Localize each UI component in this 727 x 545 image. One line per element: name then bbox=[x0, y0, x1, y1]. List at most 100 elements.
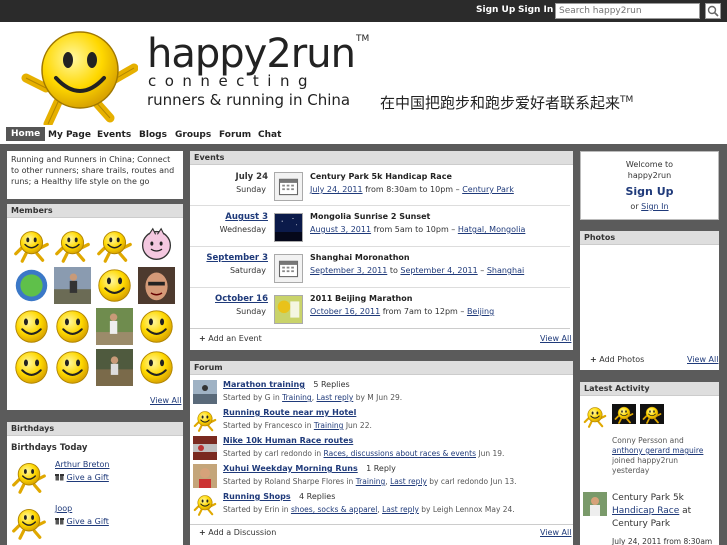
forum-author-avatar[interactable] bbox=[193, 436, 217, 460]
forum-author-avatar[interactable] bbox=[193, 408, 217, 432]
member-avatar[interactable] bbox=[13, 267, 50, 304]
event-place-link[interactable]: Shanghai bbox=[487, 266, 524, 275]
forum-title: Forum bbox=[190, 361, 573, 375]
event-date[interactable]: October 16 bbox=[190, 294, 268, 304]
forum-item-title[interactable]: Running Shops bbox=[223, 492, 291, 501]
nav-forum[interactable]: Forum bbox=[214, 128, 256, 142]
forum-category-link[interactable]: Training bbox=[356, 477, 386, 486]
brand-chinese-tm: TM bbox=[620, 95, 634, 105]
event-thumbnail[interactable] bbox=[274, 295, 303, 324]
forum-category-link[interactable]: Training bbox=[282, 393, 312, 402]
forum-category-link[interactable]: Training bbox=[314, 421, 344, 430]
forum-item-title[interactable]: Marathon training bbox=[223, 380, 305, 389]
welcome-signin-link[interactable]: Sign In bbox=[641, 202, 668, 211]
forum-last-reply-link[interactable]: Last reply bbox=[316, 393, 353, 402]
activity-user2-link[interactable]: anthony gerard maguire bbox=[612, 446, 703, 455]
event-date-link[interactable]: September 3, 2011 bbox=[310, 266, 387, 275]
brand-tagline: runners & running in China bbox=[147, 91, 351, 109]
forum-author-avatar[interactable] bbox=[193, 492, 217, 516]
member-avatar[interactable] bbox=[54, 267, 91, 304]
signin-link[interactable]: Sign In bbox=[518, 5, 553, 15]
add-discussion-link[interactable]: Add a Discussion bbox=[208, 528, 276, 537]
add-photos-link[interactable]: Add Photos bbox=[599, 355, 644, 364]
event-thumbnail[interactable] bbox=[274, 213, 303, 242]
forum-last-reply-link[interactable]: Last reply bbox=[382, 505, 419, 514]
event-date-link[interactable]: August 3, 2011 bbox=[310, 225, 371, 234]
member-avatar[interactable] bbox=[138, 226, 175, 263]
activity-event-text: Century Park 5k Handicap Race at Century… bbox=[612, 492, 718, 531]
event-end-date-link[interactable]: September 4, 2011 bbox=[400, 266, 477, 275]
smiley-runner-logo-icon[interactable] bbox=[18, 28, 138, 126]
member-avatar[interactable] bbox=[96, 267, 133, 304]
nav-events[interactable]: Events bbox=[92, 128, 136, 142]
forum-item-title[interactable]: Nike 10k Human Race routes bbox=[223, 436, 353, 445]
member-avatar[interactable] bbox=[13, 226, 50, 263]
event-title[interactable]: Shanghai Moronathon bbox=[310, 253, 410, 262]
member-avatar[interactable] bbox=[138, 267, 175, 304]
activity-user1[interactable]: Conny Persson bbox=[612, 436, 667, 445]
member-avatar[interactable] bbox=[54, 226, 91, 263]
forum-tail-text: Jun 19. bbox=[478, 449, 505, 458]
member-avatar[interactable] bbox=[13, 349, 50, 386]
event-title[interactable]: 2011 Beijing Marathon bbox=[310, 294, 412, 303]
forum-last-reply-link[interactable]: Last reply bbox=[390, 477, 427, 486]
event-title[interactable]: Mongolia Sunrise 2 Sunset bbox=[310, 212, 430, 221]
event-time-text: from 7am to 12pm – bbox=[382, 307, 465, 316]
event-title[interactable]: Century Park 5k Handicap Race bbox=[310, 172, 452, 181]
member-avatar[interactable] bbox=[13, 308, 50, 345]
member-avatar[interactable] bbox=[96, 226, 133, 263]
birthday-person-name[interactable]: Joop bbox=[55, 504, 72, 513]
event-date[interactable]: September 3 bbox=[190, 253, 268, 263]
event-place-link[interactable]: Century Park bbox=[462, 185, 514, 194]
add-event-link[interactable]: Add an Event bbox=[208, 334, 261, 343]
forum-item-title[interactable]: Running Route near my Hotel bbox=[223, 408, 356, 417]
event-date[interactable]: August 3 bbox=[190, 212, 268, 222]
activity-avatar[interactable] bbox=[583, 404, 607, 428]
forum-author-avatar[interactable] bbox=[193, 464, 217, 488]
forum-category-link[interactable]: shoes, socks & apparel bbox=[291, 505, 377, 514]
forum-item-replies: 4 Replies bbox=[299, 492, 336, 501]
forum-view-all-link[interactable]: View All bbox=[540, 528, 571, 537]
welcome-signup-button[interactable]: Sign Up bbox=[581, 185, 718, 198]
members-view-all-link[interactable]: View All bbox=[150, 396, 181, 405]
member-avatar[interactable] bbox=[96, 349, 133, 386]
forum-item-title[interactable]: Xuhui Weekday Morning Runs bbox=[223, 464, 358, 473]
search-input[interactable] bbox=[555, 3, 700, 19]
photos-view-all-link[interactable]: View All bbox=[687, 355, 718, 364]
signup-link[interactable]: Sign Up bbox=[476, 5, 515, 15]
activity-avatar[interactable] bbox=[640, 404, 664, 424]
activity-event-link[interactable]: Handicap Race bbox=[612, 506, 679, 516]
event-place-link[interactable]: Beijing bbox=[467, 307, 494, 316]
give-gift-link[interactable]: Give a Gift bbox=[67, 517, 109, 526]
birthday-person-name[interactable]: Arthur Breton bbox=[55, 460, 110, 469]
give-gift-link[interactable]: Give a Gift bbox=[67, 473, 109, 482]
member-avatar[interactable] bbox=[96, 308, 133, 345]
events-view-all-link[interactable]: View All bbox=[540, 334, 571, 343]
forum-item-title-row: Marathon training 5 Replies bbox=[223, 380, 350, 389]
event-date-link[interactable]: July 24, 2011 bbox=[310, 185, 363, 194]
member-avatar[interactable] bbox=[54, 308, 91, 345]
member-avatar[interactable] bbox=[54, 349, 91, 386]
search-button[interactable] bbox=[705, 3, 721, 19]
nav-my-page[interactable]: My Page bbox=[43, 128, 96, 142]
nav-groups[interactable]: Groups bbox=[170, 128, 216, 142]
welcome-line2: happy2run bbox=[627, 171, 672, 180]
activity-avatar[interactable] bbox=[583, 492, 607, 516]
nav-blogs[interactable]: Blogs bbox=[134, 128, 172, 142]
calendar-icon[interactable] bbox=[274, 172, 303, 201]
nav-home[interactable]: Home bbox=[6, 127, 46, 141]
birthday-avatar[interactable] bbox=[11, 504, 47, 540]
birthdays-heading: Birthdays Today bbox=[11, 443, 88, 453]
activity-and: and bbox=[669, 436, 684, 445]
birthday-avatar[interactable] bbox=[11, 458, 47, 494]
member-avatar[interactable] bbox=[138, 308, 175, 345]
activity-avatar[interactable] bbox=[612, 404, 636, 424]
member-avatar[interactable] bbox=[138, 349, 175, 386]
event-date-link[interactable]: October 16, 2011 bbox=[310, 307, 380, 316]
calendar-icon[interactable] bbox=[274, 254, 303, 283]
event-place-link[interactable]: Hatgal, Mongolia bbox=[458, 225, 526, 234]
nav-chat[interactable]: Chat bbox=[253, 128, 286, 142]
forum-author-avatar[interactable] bbox=[193, 380, 217, 404]
event-item: October 16 Sunday 2011 Beijing Marathon … bbox=[190, 289, 570, 329]
forum-category-link[interactable]: Races, discussions about races & events bbox=[324, 449, 476, 458]
